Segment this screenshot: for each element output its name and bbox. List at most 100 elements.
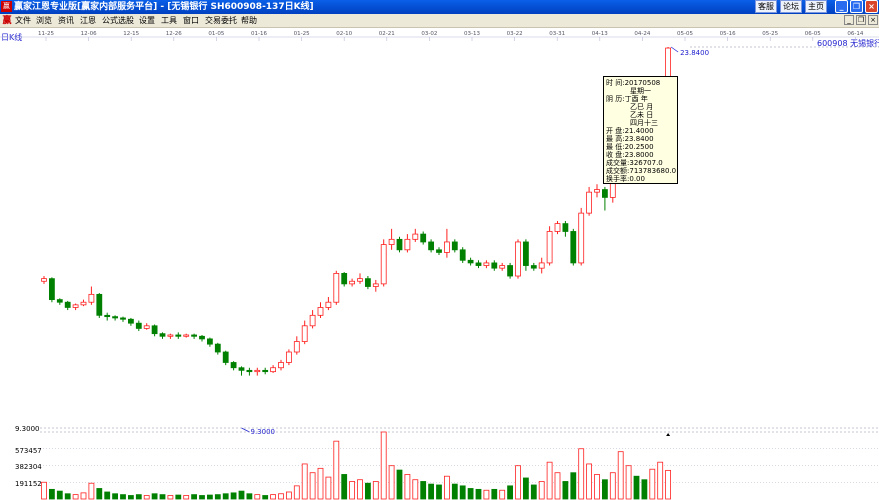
candle-body: [206, 338, 213, 345]
forum-link[interactable]: 论坛: [780, 0, 802, 13]
volume-bar: [523, 477, 529, 500]
date-tick-label: 12-15: [123, 31, 139, 37]
volume-bar: [428, 483, 435, 500]
candle-body: [602, 189, 608, 198]
volume-bar: [570, 472, 577, 500]
tip-open: 21.4000: [624, 127, 654, 135]
volume-bar: [538, 481, 545, 500]
volume-bar: [112, 493, 118, 500]
candle-body: [199, 335, 205, 340]
max-price-marker: 23.8400: [680, 49, 709, 57]
date-tick-label: 12-06: [81, 31, 97, 37]
volume-bar: [317, 467, 324, 500]
tip-high-label: 最 高:: [606, 135, 625, 143]
date-tick-label: 05-16: [720, 31, 736, 37]
menu-file[interactable]: 文件: [15, 15, 31, 27]
menu-help[interactable]: 帮助: [241, 15, 257, 27]
volume-bar: [214, 494, 221, 500]
volume-bar: [404, 474, 411, 500]
candle-body: [538, 262, 545, 269]
candle-body: [586, 191, 592, 214]
minimize-icon[interactable]: _: [835, 0, 848, 13]
menu-settings[interactable]: 设置: [139, 15, 155, 27]
volume-bar: [491, 488, 498, 500]
volume-bar: [96, 488, 103, 500]
candle-body: [262, 369, 269, 373]
candle-body: [301, 325, 308, 342]
app-icon: 赢: [1, 1, 12, 12]
app-logo-icon: 赢: [2, 16, 12, 26]
menu-gann[interactable]: 江恩: [80, 15, 96, 27]
candle-tooltip: 时 间:20170508 星期一 阴 历:丁酉 年 乙巳 月 乙未 日 四月十三…: [603, 76, 678, 184]
maximize-icon[interactable]: ❐: [850, 0, 863, 13]
volume-bar: [665, 469, 671, 500]
candle-body: [151, 325, 158, 335]
volume-bar: [436, 484, 442, 500]
volume-bar: [72, 494, 79, 500]
candle-body: [143, 325, 150, 329]
menu-formula[interactable]: 公式选股: [102, 15, 134, 27]
volume-bar: [641, 479, 648, 500]
candle-body: [230, 362, 237, 369]
tip-amt-label: 成交额:: [606, 167, 630, 175]
min-price-marker: 9.3000: [251, 428, 276, 436]
homepage-link[interactable]: 主页: [805, 0, 827, 13]
menu-bar: 赢 文件 浏览 资讯 江恩 公式选股 设置 工具 窗口 交易委托 帮助 _ ❐ …: [0, 14, 879, 28]
volume-bar: [262, 495, 269, 500]
volume-bar: [586, 463, 592, 500]
tip-vol: 326707.0: [629, 159, 663, 167]
volume-bar: [333, 440, 340, 500]
candle-body: [175, 334, 182, 337]
volume-bar: [80, 492, 87, 500]
tip-lunar-label: 阴 历:: [606, 95, 625, 103]
mdi-minimize-icon[interactable]: _: [844, 15, 854, 25]
customer-service-link[interactable]: 客服: [755, 0, 777, 13]
volume-bar: [64, 493, 71, 500]
volume-axis-label-mid: 382304: [15, 463, 42, 471]
volume-bar: [507, 485, 514, 500]
tip-low-label: 最 低:: [606, 143, 625, 151]
candle-body: [412, 233, 419, 240]
title-bar: 赢 赢家江恩专业版[赢家内部服务平台] - [无锡银行 SH600908-137…: [0, 0, 879, 14]
tip-lunar-month: 乙巳 月: [630, 103, 654, 111]
candle-body: [96, 293, 103, 316]
volume-bar: [554, 472, 561, 500]
candle-body: [570, 231, 577, 264]
kline-chart[interactable]: 11-25 12-06 12-15 12-26 01-05 01-16 01-25 02-10…: [0, 28, 879, 500]
volume-bar: [349, 481, 356, 500]
date-tick-label: 01-25: [294, 31, 310, 37]
menu-tools[interactable]: 工具: [161, 15, 177, 27]
candle-body: [80, 301, 87, 306]
candle-body: [475, 262, 482, 266]
tip-lunar-day: 乙未 日: [630, 111, 654, 119]
tip-turn: 0.00: [629, 175, 645, 183]
volume-bar: [41, 481, 47, 500]
tip-time-label: 时 间:: [606, 79, 625, 87]
date-tick-label: 03-13: [464, 31, 480, 37]
candle-body: [183, 334, 190, 337]
date-tick-label: 05-05: [677, 31, 693, 37]
candle-body: [562, 223, 569, 232]
tip-open-label: 开 盘:: [606, 127, 625, 135]
tip-weekday: 星期一: [630, 87, 651, 95]
menu-browse[interactable]: 浏览: [36, 15, 52, 27]
candle-body: [594, 189, 600, 193]
volume-bar: [230, 492, 237, 500]
close-icon[interactable]: ×: [865, 0, 878, 13]
volume-bar: [127, 495, 134, 500]
volume-bar: [499, 489, 506, 500]
volume-bar: [609, 472, 616, 500]
date-tick-label: 12-26: [166, 31, 182, 37]
candle-body: [357, 278, 363, 282]
max-marker-arrow: [670, 46, 679, 53]
mdi-restore-icon[interactable]: ❐: [856, 15, 866, 25]
menu-news[interactable]: 资讯: [58, 15, 74, 27]
mdi-close-icon[interactable]: ×: [868, 15, 878, 25]
candle-body: [278, 362, 284, 369]
menu-trade[interactable]: 交易委托: [205, 15, 237, 27]
volume-bar: [167, 495, 174, 500]
menu-window[interactable]: 窗口: [183, 15, 199, 27]
candle-body: [507, 265, 514, 277]
date-tick-label: 06-05: [805, 31, 821, 37]
candle-body: [491, 262, 498, 269]
